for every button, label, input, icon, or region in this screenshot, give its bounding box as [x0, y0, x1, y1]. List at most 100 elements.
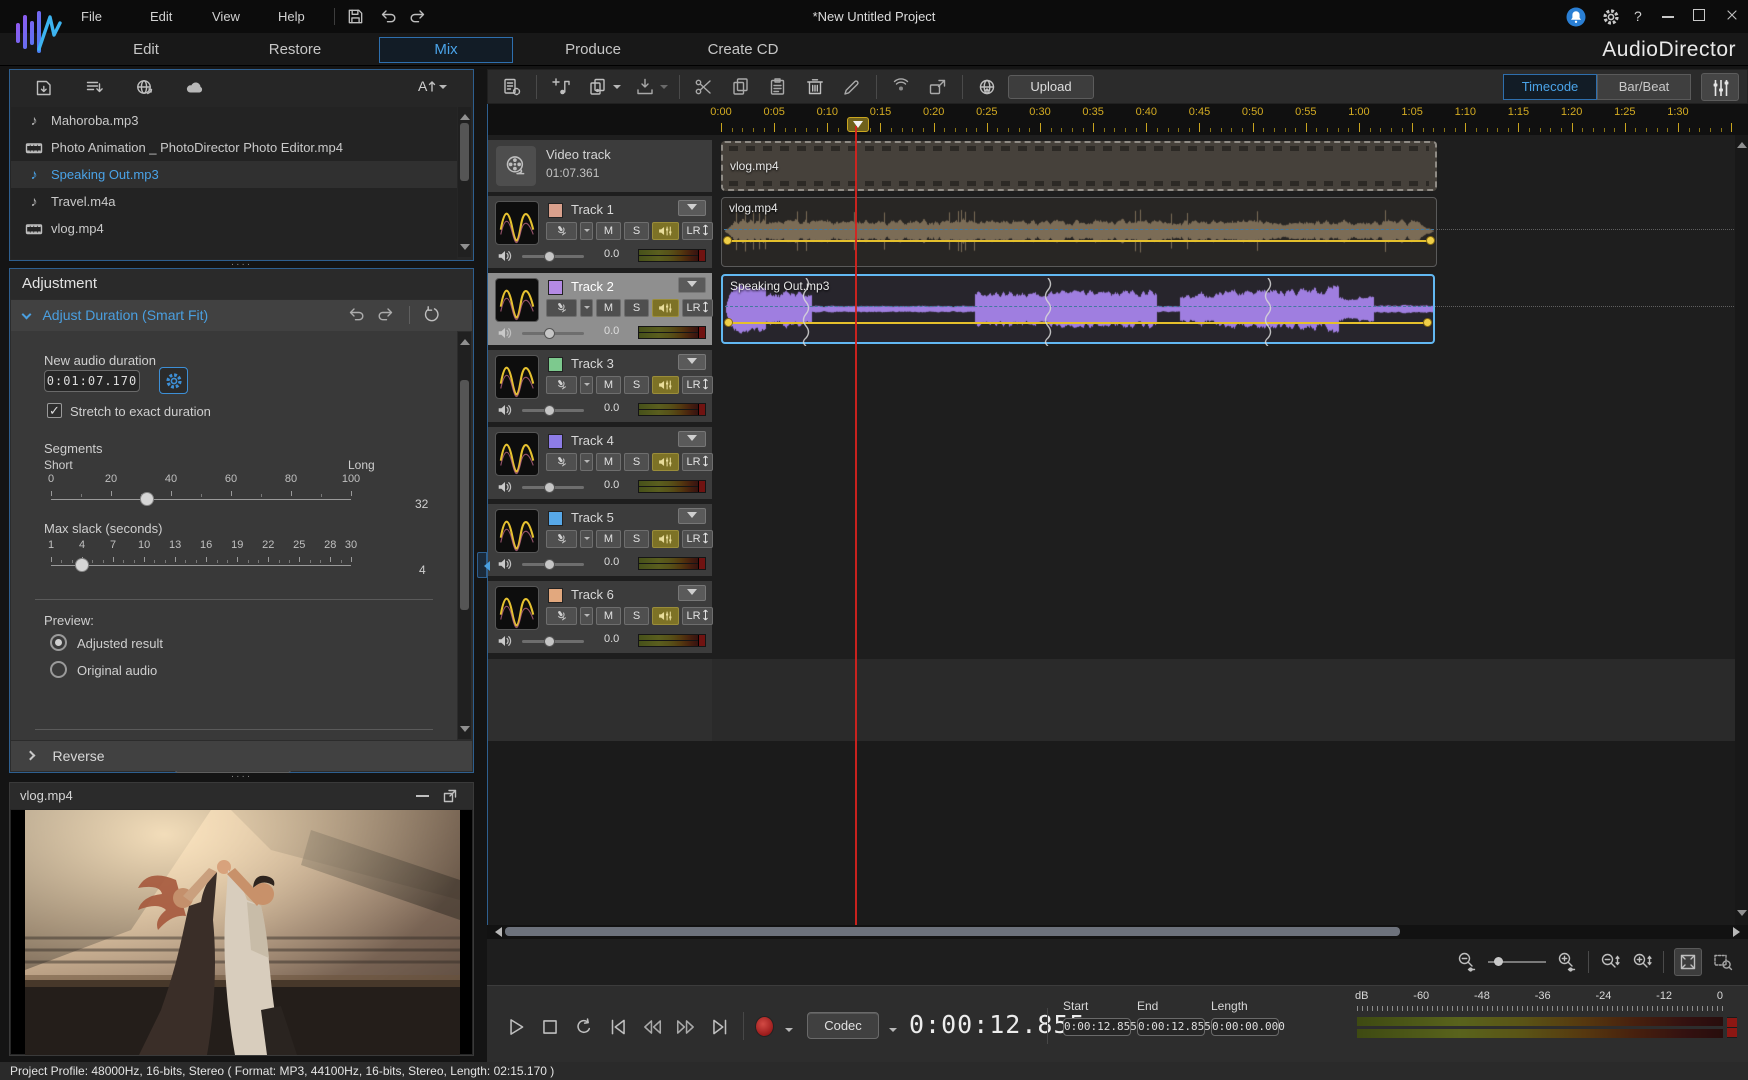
radio-adjusted-result[interactable] — [50, 634, 67, 651]
surround-pan-icon[interactable] — [888, 74, 914, 100]
fast-forward-button[interactable] — [675, 1016, 697, 1038]
help-icon[interactable]: ? — [1634, 8, 1642, 24]
adjust-duration-section-header[interactable]: Adjust Duration (Smart Fit) — [11, 300, 472, 331]
track-header[interactable]: Track 2 M S LR 0.0 — [488, 273, 712, 345]
volume-knob[interactable] — [544, 559, 555, 570]
track-lane[interactable] — [713, 350, 1748, 422]
panel-collapse-handle[interactable] — [477, 552, 487, 578]
volume-slider[interactable] — [522, 409, 584, 412]
skip-to-start-button[interactable] — [607, 1016, 629, 1038]
scroll-up-icon[interactable] — [1737, 137, 1747, 148]
file-item[interactable]: vlog.mp4 — [11, 215, 457, 242]
track-color-swatch[interactable] — [548, 588, 563, 603]
scroll-right-icon[interactable] — [1733, 927, 1745, 937]
track-menu-button[interactable] — [678, 277, 706, 293]
track-menu-button[interactable] — [678, 431, 706, 447]
import-media-icon[interactable] — [34, 77, 56, 99]
section-redo-icon[interactable] — [376, 305, 396, 325]
dropdown-caret-icon[interactable] — [613, 85, 621, 93]
fit-timeline-icon[interactable] — [1674, 948, 1702, 976]
codec-button[interactable]: Codec — [807, 1012, 879, 1039]
solo-button[interactable]: S — [624, 222, 649, 240]
volume-automation-button[interactable] — [652, 453, 679, 471]
preview-minimize-icon[interactable] — [416, 795, 429, 797]
barbeat-toggle-button[interactable]: Bar/Beat — [1597, 74, 1691, 100]
mute-button[interactable]: M — [596, 530, 621, 548]
track-menu-button[interactable] — [678, 200, 706, 216]
length-value[interactable]: 0:00:00.000 — [1211, 1018, 1279, 1036]
tab-create-cd[interactable]: Create CD — [708, 41, 779, 58]
track-color-swatch[interactable] — [548, 434, 563, 449]
track-header[interactable]: Track 3 M S LR 0.0 — [488, 350, 712, 422]
solo-button[interactable]: S — [624, 299, 649, 317]
dropdown-caret-icon[interactable] — [660, 85, 668, 93]
pan-button[interactable]: LR — [682, 530, 713, 548]
media-scrollbar[interactable] — [458, 107, 471, 257]
arm-record-dropdown[interactable] — [580, 607, 593, 625]
preview-popout-icon[interactable] — [441, 787, 459, 805]
scrollbar-thumb[interactable] — [460, 123, 469, 181]
play-button[interactable] — [505, 1016, 527, 1038]
audio-clip[interactable]: vlog.mp4 — [721, 197, 1437, 267]
file-item[interactable]: ♪Speaking Out.mp3 — [11, 161, 457, 188]
solo-button[interactable]: S — [624, 376, 649, 394]
tab-restore[interactable]: Restore — [269, 41, 322, 58]
track-lane[interactable]: vlog.mp4 — [713, 196, 1748, 268]
codec-dropdown-caret[interactable] — [889, 1028, 897, 1036]
slider-handle[interactable] — [140, 492, 154, 506]
zoom-in-vertical-icon[interactable] — [1631, 951, 1653, 973]
arm-record-button[interactable] — [546, 607, 577, 625]
zoom-in-horizontal-icon[interactable] — [1556, 951, 1578, 973]
track-color-swatch[interactable] — [548, 280, 563, 295]
volume-knob[interactable] — [544, 328, 555, 339]
delete-icon[interactable] — [802, 74, 828, 100]
volume-slider[interactable] — [522, 486, 584, 489]
upload-button[interactable]: Upload — [1008, 75, 1094, 99]
sort-control[interactable]: A — [418, 78, 447, 94]
tab-mix[interactable]: Mix — [379, 37, 513, 63]
file-item[interactable]: ♪Travel.m4a — [11, 188, 457, 215]
track-header[interactable]: Track 6 M S LR 0.0 — [488, 581, 712, 653]
mute-button[interactable]: M — [596, 222, 621, 240]
download-sound-clips-icon[interactable] — [134, 77, 156, 99]
start-value[interactable]: 0:00:12.855 — [1063, 1018, 1131, 1036]
scroll-up-icon[interactable] — [460, 334, 470, 345]
playhead-marker[interactable] — [847, 117, 869, 132]
mute-button[interactable]: M — [596, 299, 621, 317]
copy-icon[interactable] — [728, 74, 754, 100]
pan-button[interactable]: LR — [682, 376, 713, 394]
record-dropdown-caret[interactable] — [785, 1028, 793, 1036]
track-settings-icon[interactable] — [499, 74, 525, 100]
scrollbar-thumb[interactable] — [460, 380, 469, 610]
zoom-slider-knob[interactable] — [1494, 957, 1503, 966]
track-header[interactable]: Track 5 M S LR 0.0 — [488, 504, 712, 576]
cloud-icon[interactable] — [184, 77, 206, 99]
arm-record-dropdown[interactable] — [580, 530, 593, 548]
volume-knob[interactable] — [544, 636, 555, 647]
track-header[interactable]: Track 1 M S LR 0.0 — [488, 196, 712, 268]
track-color-swatch[interactable] — [548, 357, 563, 372]
scroll-down-icon[interactable] — [460, 244, 470, 255]
timeline-vertical-scrollbar[interactable] — [1735, 135, 1748, 925]
volume-slider[interactable] — [522, 255, 584, 258]
rewind-button[interactable] — [641, 1016, 663, 1038]
panel-resize-handle[interactable]: ···· — [9, 771, 474, 782]
adjustment-scrollbar[interactable] — [458, 332, 471, 739]
volume-envelope-line[interactable] — [726, 322, 1430, 324]
zoom-out-horizontal-icon[interactable] — [1456, 951, 1478, 973]
marker-pen-icon[interactable] — [839, 74, 865, 100]
close-icon[interactable] — [1724, 7, 1740, 23]
track-lane[interactable] — [713, 581, 1748, 653]
settings-gear-icon[interactable] — [1601, 7, 1621, 27]
track-lane[interactable]: Speaking Out.mp3 — [713, 273, 1748, 345]
solo-button[interactable]: S — [624, 607, 649, 625]
file-item[interactable]: Photo Animation _ PhotoDirector Photo Ed… — [11, 134, 457, 161]
segments-slider[interactable]: 020406080100 — [51, 473, 351, 513]
section-reset-icon[interactable] — [422, 305, 442, 325]
insert-clip-icon[interactable] — [632, 74, 658, 100]
mute-button[interactable]: M — [596, 607, 621, 625]
extract-audio-icon[interactable] — [84, 77, 106, 99]
skip-to-end-button[interactable] — [709, 1016, 731, 1038]
volume-slider[interactable] — [522, 563, 584, 566]
playhead-line[interactable] — [855, 126, 857, 925]
